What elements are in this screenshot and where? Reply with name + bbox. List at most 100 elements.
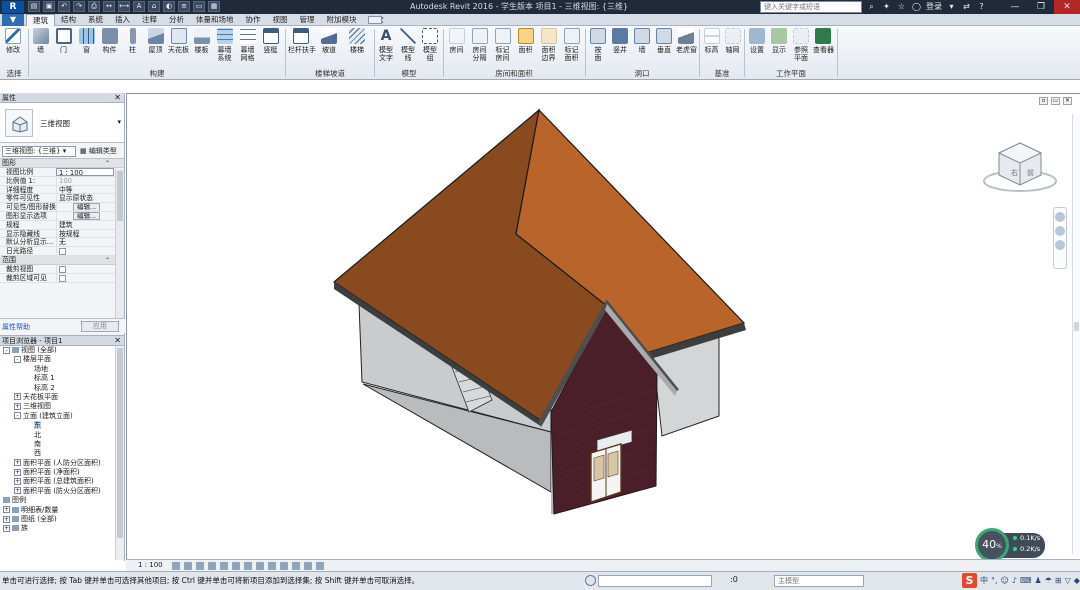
pan-icon[interactable]	[1055, 240, 1065, 250]
tree-item[interactable]: + 天花板平面	[0, 393, 124, 402]
workplane-button-0[interactable]: 设置	[747, 28, 767, 54]
analytical-model-icon[interactable]	[304, 562, 312, 570]
collapse-icon[interactable]: -	[3, 346, 10, 354]
opening-button-0[interactable]: 按 面	[588, 28, 608, 62]
tree-item[interactable]: + 面积平面 (人防分区面积)	[0, 459, 124, 468]
drawing-area-3d-view[interactable]: ▫ ▭ ✕ 右 前	[126, 93, 1080, 559]
cube-icon[interactable]: ◆	[1074, 576, 1080, 585]
properties-scrollbar[interactable]	[115, 169, 124, 319]
workplane-button-3[interactable]: 查看器	[813, 28, 834, 54]
close-icon[interactable]: ✕	[114, 336, 121, 346]
star-icon[interactable]: ☆	[896, 1, 907, 12]
tree-item[interactable]: 西	[0, 449, 124, 458]
opening-button-4[interactable]: 老虎窗	[676, 28, 697, 54]
property-checkbox[interactable]	[59, 265, 66, 273]
property-value[interactable]: 1 : 100	[56, 168, 114, 176]
user-tray-icon[interactable]: ♟	[1035, 576, 1042, 585]
expand-icon[interactable]: +	[3, 524, 10, 532]
build-button-4[interactable]: 柱	[122, 28, 143, 54]
tab-2[interactable]: 系统	[82, 14, 109, 26]
collapse-icon[interactable]: ⌃	[105, 256, 110, 265]
collapse-icon[interactable]: -	[14, 412, 21, 420]
sogou-ime-icon[interactable]: S	[962, 573, 977, 588]
visual-style-icon[interactable]	[184, 562, 192, 570]
workplane-button-2[interactable]: 参照 平面	[791, 28, 811, 62]
print-icon[interactable]: ⎙	[88, 1, 100, 12]
ime-punct-icon[interactable]: °,	[991, 576, 998, 585]
workset-field[interactable]	[598, 575, 712, 587]
minimize-button[interactable]: —	[1002, 0, 1028, 14]
save-icon[interactable]: ▣	[43, 1, 55, 12]
circulation-button-0[interactable]: 栏杆扶手	[288, 28, 316, 54]
3d-view-icon[interactable]: ⌂	[148, 1, 160, 12]
opening-button-2[interactable]: 墙	[632, 28, 652, 54]
tree-item[interactable]: 东	[0, 421, 124, 430]
subscription-icon[interactable]: ✦	[881, 1, 892, 12]
maximize-button[interactable]: ❐	[1028, 0, 1054, 14]
close-view-icon[interactable]: ✕	[1063, 97, 1072, 105]
measure-icon[interactable]: ↔	[103, 1, 115, 12]
room_area-button-0[interactable]: 房间	[446, 28, 467, 54]
room-area-group-label[interactable]: 房间和面积	[444, 68, 584, 79]
tree-item[interactable]: 场地	[0, 365, 124, 374]
application-menu-button[interactable]: ▼	[2, 14, 24, 26]
view-instance-select[interactable]: 三维视图: {三维} ▾	[2, 146, 76, 157]
minimize-ribbon-toggle[interactable]	[368, 16, 382, 24]
view-scale[interactable]: 1 : 100	[138, 561, 163, 569]
build-button-2[interactable]: 窗	[76, 28, 97, 54]
detail-level-icon[interactable]	[172, 562, 180, 570]
tree-item[interactable]: + 图纸 (全部)	[0, 515, 124, 524]
tree-item[interactable]: 标高 2	[0, 384, 124, 393]
lock-view-icon[interactable]	[256, 562, 264, 570]
design-option-field[interactable]: 主模型	[774, 575, 864, 587]
temp-view-icon[interactable]	[292, 562, 300, 570]
redo-icon[interactable]: ↷	[73, 1, 85, 12]
user-icon[interactable]: ◯	[911, 1, 922, 12]
expand-icon[interactable]: +	[14, 468, 21, 476]
tab-10[interactable]: 附加模块	[321, 14, 363, 26]
tab-9[interactable]: 管理	[294, 14, 321, 26]
ime-language-label[interactable]: 中	[980, 575, 988, 586]
collapse-icon[interactable]: -	[14, 355, 21, 363]
property-value[interactable]: 显示原状态	[56, 194, 114, 203]
build-button-6[interactable]: 天花板	[168, 28, 189, 54]
tree-item[interactable]: + 族	[0, 524, 124, 533]
emoji-icon[interactable]: ☺	[1001, 576, 1009, 585]
tree-item[interactable]: 图例	[0, 496, 124, 505]
grid-icon[interactable]: ⊞	[1055, 576, 1062, 585]
expand-icon[interactable]: +	[14, 393, 21, 401]
tab-4[interactable]: 注释	[136, 14, 163, 26]
scroll-thumb[interactable]	[117, 171, 123, 221]
property-value[interactable]: 中等	[56, 185, 114, 194]
search-input[interactable]: 键入关键字或短语	[760, 1, 862, 13]
crop-region-icon[interactable]	[244, 562, 252, 570]
tree-item[interactable]: + 面积平面 (总建筑面积)	[0, 477, 124, 486]
tree-item[interactable]: - 楼层平面	[0, 355, 124, 364]
viewcube-icon[interactable]: 右 前	[979, 129, 1061, 201]
search-icon[interactable]: ⌕	[866, 1, 877, 12]
zoom-icon[interactable]	[1055, 226, 1065, 236]
scroll-thumb[interactable]	[1074, 322, 1079, 331]
tab-0[interactable]: 建筑	[26, 14, 55, 26]
room_area-button-3[interactable]: 面积	[515, 28, 536, 54]
reveal-hidden-icon[interactable]	[280, 562, 288, 570]
tree-item[interactable]: - 视图 (全部)	[0, 346, 124, 355]
crop-view-icon[interactable]	[232, 562, 240, 570]
build-button-7[interactable]: 楼板	[191, 28, 212, 54]
datum-button-1[interactable]: 轴网	[723, 28, 742, 54]
build-button-3[interactable]: 构件	[99, 28, 120, 54]
close-button[interactable]: ✕	[1054, 0, 1080, 14]
model-button-0[interactable]: A 模型 文字	[376, 28, 396, 62]
type-selector[interactable]: 三维视图 ▾	[0, 103, 124, 143]
expand-icon[interactable]: +	[3, 515, 10, 523]
tree-item[interactable]: + 明细表/数量	[0, 506, 124, 515]
text-icon[interactable]: A	[133, 1, 145, 12]
keyboard-icon[interactable]: ⌨	[1020, 576, 1032, 585]
property-checkbox[interactable]	[59, 248, 66, 255]
property-section-header[interactable]: 范围 ⌃	[0, 255, 124, 265]
dimension-icon[interactable]: ⟷	[118, 1, 130, 12]
workplane-button-1[interactable]: 显示	[769, 28, 789, 54]
tab-7[interactable]: 协作	[240, 14, 267, 26]
build-button-10[interactable]: 竖梃	[260, 28, 281, 54]
scroll-thumb[interactable]	[117, 348, 123, 538]
